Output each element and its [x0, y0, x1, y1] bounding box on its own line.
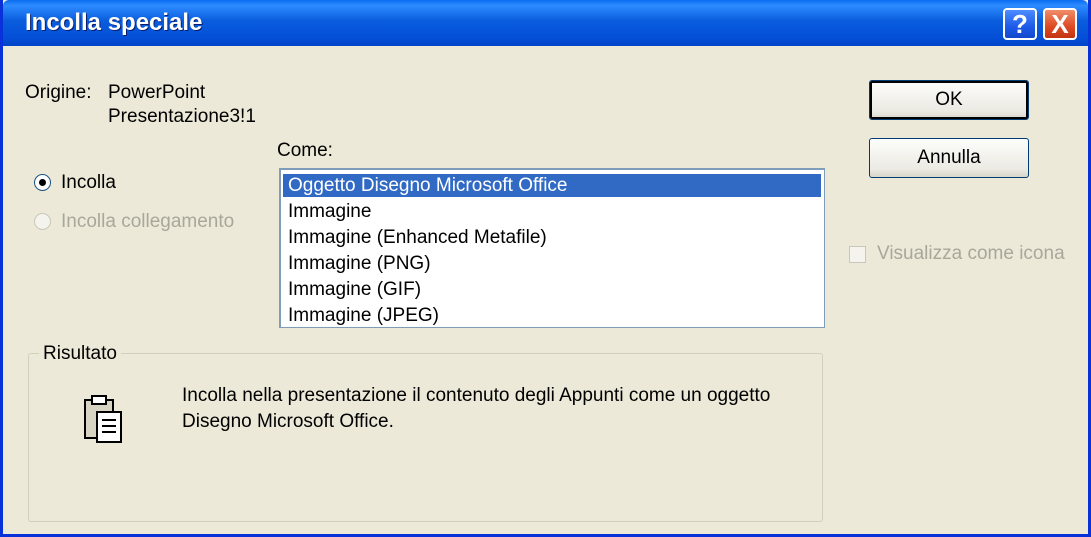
help-button[interactable]: ? — [1003, 8, 1037, 40]
origin-label: Origine: — [25, 82, 92, 103]
display-as-icon-checkbox[interactable] — [849, 246, 866, 263]
radio-selected-dot — [39, 179, 46, 186]
origin-source: Presentazione3!1 — [108, 106, 256, 127]
format-item[interactable]: Immagine (Enhanced Metafile) — [283, 226, 821, 249]
format-item[interactable]: Immagine (GIF) — [283, 278, 821, 301]
result-label: Risultato — [39, 343, 121, 365]
as-label: Come: — [277, 140, 333, 161]
format-item[interactable]: Immagine — [283, 200, 821, 223]
format-item[interactable]: Immagine (JPEG) — [283, 304, 821, 327]
display-as-icon-label[interactable]: Visualizza come icona — [877, 243, 1065, 265]
title-bar[interactable]: Incolla speciale ? X — [3, 0, 1088, 46]
origin-app: PowerPoint — [108, 82, 206, 103]
format-item[interactable]: Oggetto Disegno Microsoft Office — [283, 174, 821, 197]
paste-link-radio[interactable] — [34, 213, 51, 230]
close-button[interactable]: X — [1043, 8, 1077, 40]
paste-special-dialog: Incolla speciale ? X Origine: PowerPoint… — [0, 0, 1091, 537]
paste-link-radio-label[interactable]: Incolla collegamento — [61, 211, 234, 233]
result-description: Incolla nella presentazione il contenuto… — [182, 385, 771, 432]
ok-button[interactable]: OK — [869, 80, 1029, 120]
cancel-button[interactable]: Annulla — [869, 138, 1029, 178]
clipboard-paste-icon — [84, 395, 122, 443]
paste-radio[interactable] — [34, 174, 51, 191]
format-item[interactable]: Immagine (PNG) — [283, 252, 821, 275]
result-groupbox — [28, 353, 823, 522]
paste-radio-label[interactable]: Incolla — [61, 172, 116, 194]
format-listbox[interactable]: Oggetto Disegno Microsoft Office Immagin… — [279, 168, 825, 328]
dialog-title: Incolla speciale — [25, 9, 203, 36]
